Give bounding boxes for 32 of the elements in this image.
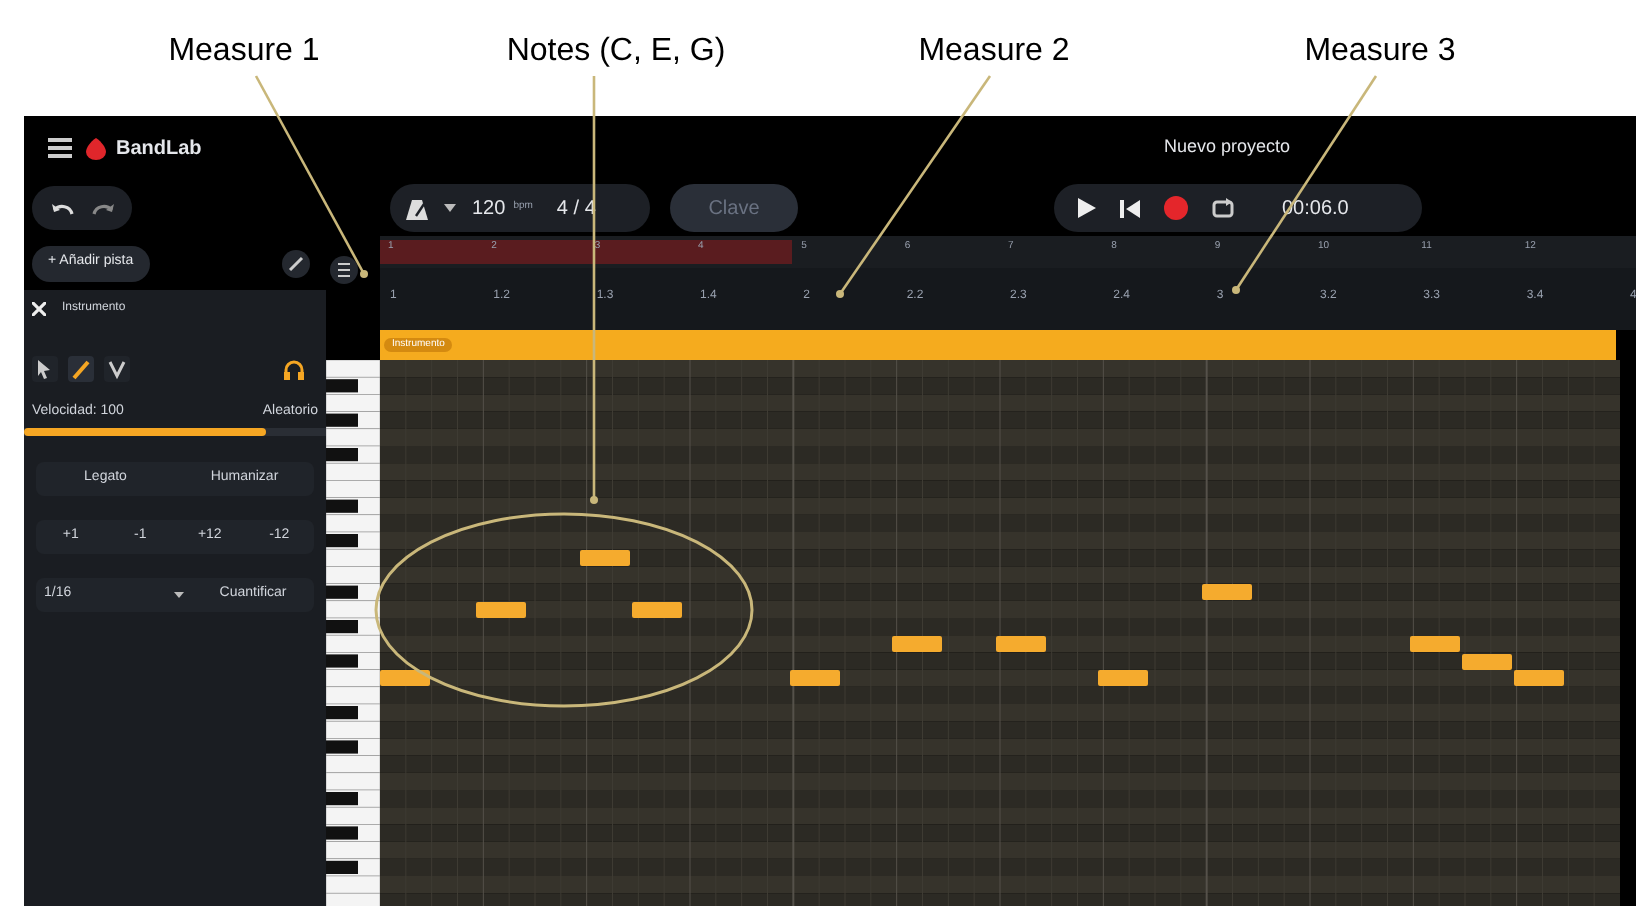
- midi-note[interactable]: [1202, 584, 1252, 601]
- equalizer-icon[interactable]: [330, 256, 358, 284]
- headphones-icon[interactable]: [284, 359, 304, 379]
- record-icon[interactable]: [1164, 196, 1188, 220]
- pencil-icon[interactable]: [282, 249, 310, 277]
- annotation-label: Measure 2: [918, 32, 1070, 72]
- midi-note[interactable]: [380, 670, 430, 687]
- midi-note[interactable]: [790, 670, 840, 687]
- annotation-label: Measure 3: [1304, 32, 1456, 72]
- annotation-label: Measure 1: [168, 32, 320, 72]
- midi-note[interactable]: [1514, 670, 1564, 687]
- app-logo-text: BandLab: [116, 135, 202, 163]
- velocity-slider[interactable]: [24, 428, 326, 436]
- caret-icon: [174, 592, 184, 598]
- velocity-tool-icon[interactable]: [104, 355, 130, 381]
- redo-icon[interactable]: [91, 204, 113, 215]
- undo-icon[interactable]: [51, 204, 73, 215]
- metronome-icon[interactable]: [406, 199, 428, 219]
- caret-icon[interactable]: [444, 204, 456, 212]
- loop-icon[interactable]: [1212, 197, 1234, 217]
- pointer-tool-icon[interactable]: [32, 355, 58, 381]
- close-icon[interactable]: [32, 301, 46, 315]
- skip-back-icon[interactable]: [1120, 199, 1140, 217]
- piano-keyboard-drawing[interactable]: [326, 360, 380, 906]
- menu-icon[interactable]: [48, 138, 72, 158]
- midi-note[interactable]: [1098, 670, 1148, 687]
- pencil-tool-icon[interactable]: [68, 355, 94, 381]
- tempo-value[interactable]: 120: [472, 193, 506, 223]
- logo-icon: [86, 138, 106, 160]
- project-title: Nuevo proyecto: [1164, 134, 1291, 161]
- annotation-label: Notes (C, E, G): [506, 32, 726, 72]
- play-icon[interactable]: [1078, 198, 1096, 218]
